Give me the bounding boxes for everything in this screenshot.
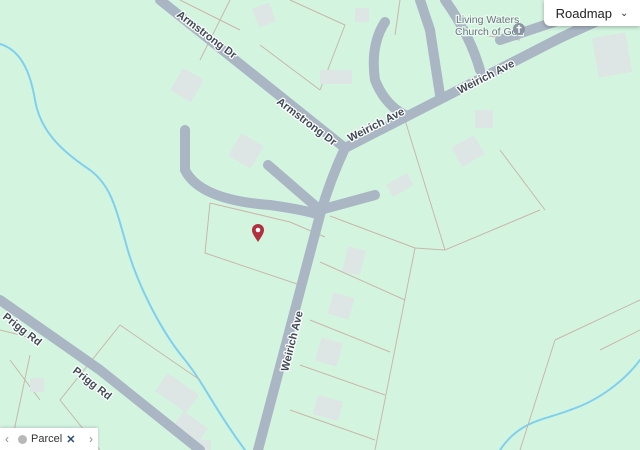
poi-church[interactable]: Living Waters Church of God: [454, 13, 525, 39]
map-style-label: Roadmap: [555, 5, 612, 21]
poi-label-line1: Living Waters: [456, 14, 519, 26]
layer-label: Parcel: [31, 433, 63, 445]
chevron-right-icon[interactable]: ›: [84, 432, 98, 446]
chevron-down-icon: ⌄: [619, 7, 629, 19]
chevron-left-icon[interactable]: ‹: [0, 432, 14, 446]
map-canvas[interactable]: Armstrong Dr Armstrong Dr Weirich Ave We…: [0, 0, 640, 450]
close-icon[interactable]: ✕: [66, 433, 75, 446]
map-style-button[interactable]: Roadmap ⌄: [544, 0, 640, 26]
layer-chip-parcel[interactable]: Parcel ✕: [14, 433, 84, 446]
layer-bar: ‹ Parcel ✕ ›: [0, 428, 98, 450]
church-cross-icon: [513, 23, 525, 35]
layer-dot-icon: [18, 434, 27, 444]
